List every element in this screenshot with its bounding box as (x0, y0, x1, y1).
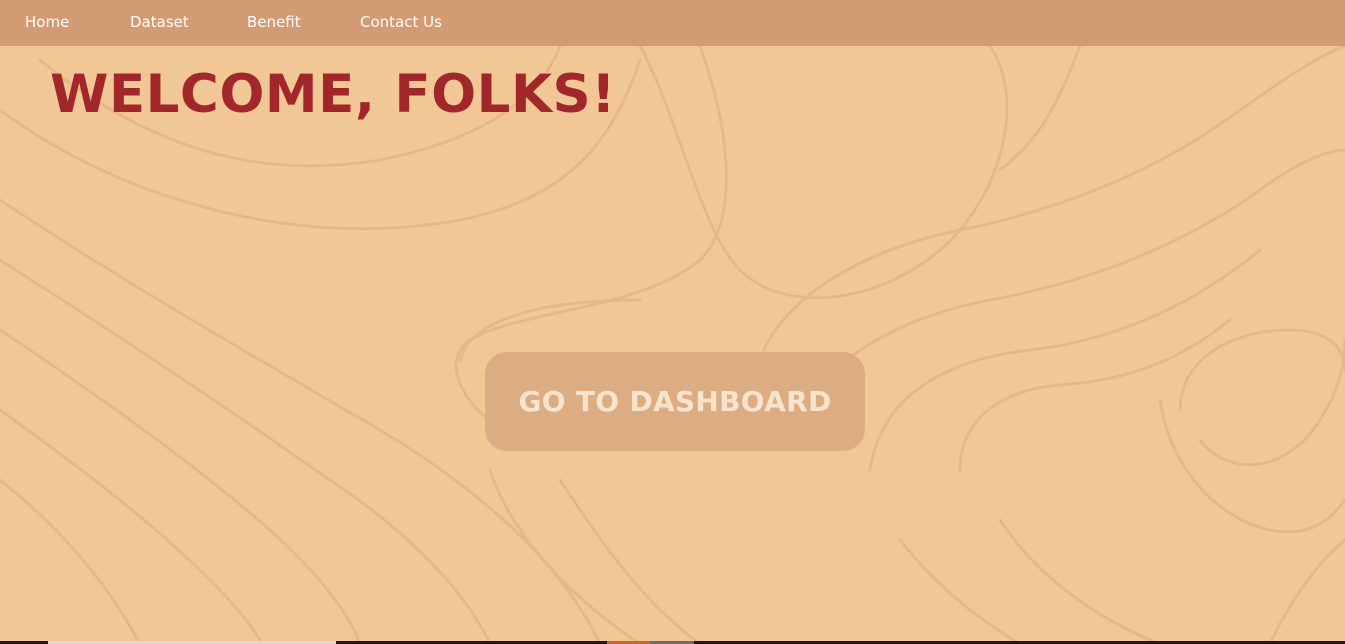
go-to-dashboard-button[interactable]: GO TO DASHBOARD (485, 352, 865, 451)
top-navbar: Home Dataset Benefit Contact Us (0, 0, 1345, 46)
nav-item-home[interactable]: Home (25, 12, 69, 32)
nav-item-benefit[interactable]: Benefit (247, 12, 301, 32)
nav-item-contact-us[interactable]: Contact Us (360, 12, 442, 32)
nav-item-dataset[interactable]: Dataset (130, 12, 189, 32)
hero-title: WELCOME, FOLKS! (50, 64, 616, 125)
